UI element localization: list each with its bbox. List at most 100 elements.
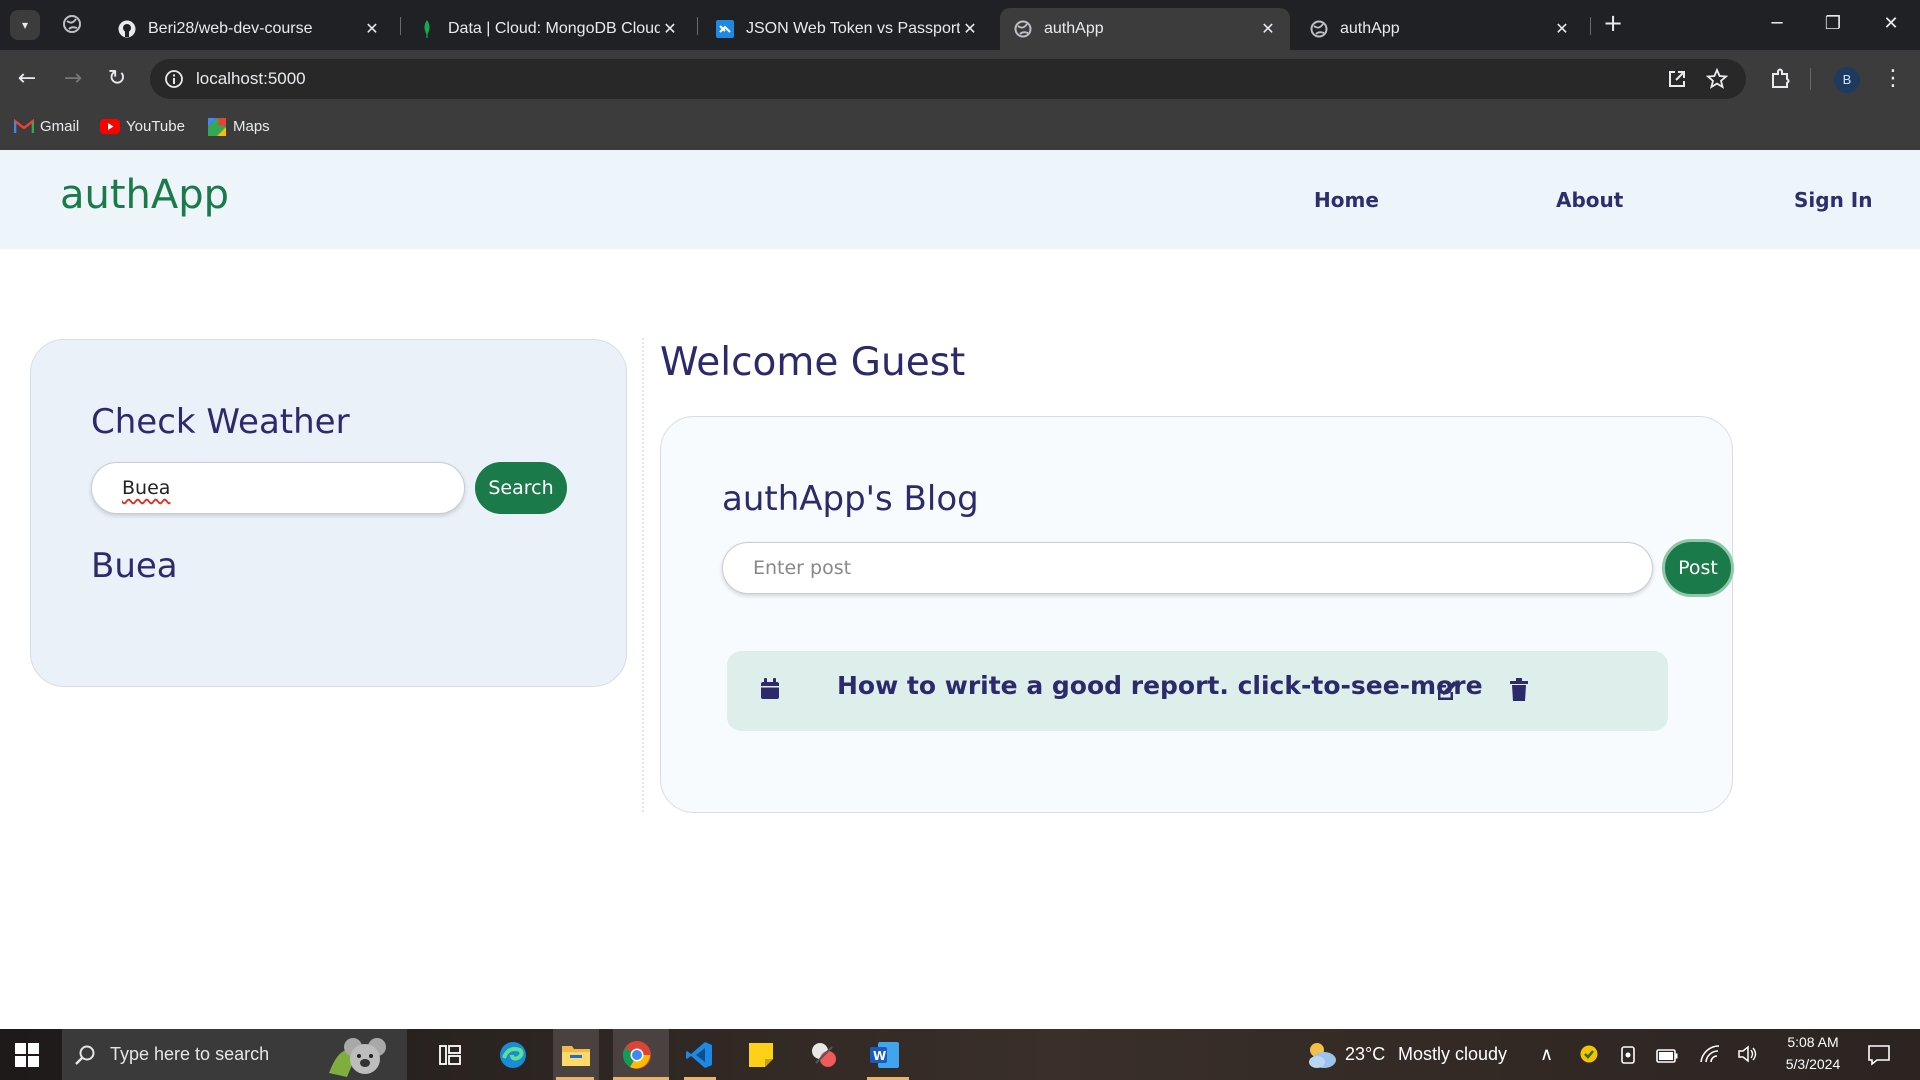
bookmark-star-icon[interactable] bbox=[1705, 67, 1729, 90]
browser-toolbar: ← → ↻ localhost:5000 B ⋮ bbox=[0, 50, 1920, 108]
tab-separator bbox=[400, 17, 401, 35]
close-tab-icon[interactable]: ✕ bbox=[960, 19, 980, 39]
tab-github[interactable]: Beri28/web-dev-course ✕ bbox=[104, 8, 394, 50]
nav-home-link[interactable]: Home bbox=[1314, 188, 1379, 212]
taskbar-search-box[interactable]: Type here to search bbox=[62, 1029, 407, 1080]
chrome-icon[interactable] bbox=[619, 1037, 655, 1073]
windows-start-icon[interactable] bbox=[15, 1043, 39, 1067]
toolbar-separator bbox=[1810, 68, 1811, 90]
show-hidden-icons-chevron-icon[interactable]: ∧ bbox=[1540, 1044, 1553, 1065]
battery-icon[interactable] bbox=[1656, 1048, 1678, 1063]
url-text: localhost:5000 bbox=[196, 69, 306, 88]
task-view-icon[interactable] bbox=[432, 1037, 468, 1073]
gmail-icon bbox=[14, 119, 34, 135]
bookmark-youtube[interactable]: YouTube bbox=[100, 118, 185, 135]
minimize-window-icon[interactable]: ─ bbox=[1762, 12, 1792, 36]
koala-highlight-icon bbox=[327, 1033, 399, 1079]
post-title-link[interactable]: How to write a good report. click-to-see… bbox=[837, 671, 1483, 700]
welcome-heading: Welcome Guest bbox=[660, 340, 966, 385]
bookmark-label: YouTube bbox=[126, 118, 185, 135]
vscode-icon[interactable] bbox=[681, 1037, 717, 1073]
meet-now-icon[interactable] bbox=[1620, 1045, 1638, 1065]
bookmarks-bar: Gmail YouTube Maps bbox=[0, 108, 1920, 150]
cloudy-weather-icon[interactable] bbox=[1305, 1040, 1337, 1070]
search-icon bbox=[74, 1044, 96, 1066]
taskbar-search-placeholder: Type here to search bbox=[110, 1044, 270, 1064]
clock-date[interactable]: 5/3/2024 bbox=[1778, 1056, 1848, 1072]
calendar-icon bbox=[760, 678, 780, 700]
clock-time[interactable]: 5:08 AM bbox=[1784, 1034, 1842, 1050]
blog-card: authApp's Blog Enter post Post How to wr… bbox=[660, 416, 1734, 813]
bookmark-maps[interactable]: Maps bbox=[207, 117, 270, 136]
word-icon[interactable]: W bbox=[867, 1037, 903, 1073]
wifi-icon[interactable] bbox=[1700, 1045, 1720, 1063]
new-tab-button[interactable]: + bbox=[1601, 11, 1625, 35]
browser-menu-icon[interactable]: ⋮ bbox=[1880, 64, 1906, 94]
site-header: authApp Home About Sign In bbox=[0, 150, 1920, 249]
restore-window-icon[interactable]: ❐ bbox=[1818, 12, 1848, 36]
notifications-icon[interactable] bbox=[1868, 1044, 1890, 1066]
close-tab-icon[interactable]: ✕ bbox=[1258, 19, 1278, 39]
city-search-input[interactable]: Buea bbox=[91, 462, 465, 514]
tab-jwt[interactable]: JSON Web Token vs Passport | V ✕ bbox=[702, 8, 992, 50]
youtube-icon bbox=[100, 119, 120, 135]
open-in-app-icon[interactable] bbox=[1666, 68, 1688, 90]
tab-title: authApp bbox=[1044, 20, 1104, 37]
close-tab-icon[interactable]: ✕ bbox=[660, 19, 680, 39]
bookmark-gmail[interactable]: Gmail bbox=[14, 118, 79, 135]
tab-separator bbox=[1590, 17, 1591, 35]
reload-icon[interactable]: ↻ bbox=[104, 66, 130, 92]
forward-arrow-icon[interactable]: → bbox=[60, 66, 86, 92]
pinned-tab-globe-icon[interactable] bbox=[62, 14, 82, 34]
profile-avatar[interactable]: B bbox=[1834, 67, 1860, 93]
brand-logo-text[interactable]: authApp bbox=[60, 172, 229, 218]
post-input[interactable]: Enter post bbox=[722, 542, 1653, 594]
windows-taskbar: Type here to search W 23°C Mostly cloudy… bbox=[0, 1029, 1920, 1080]
post-submit-button[interactable]: Post bbox=[1662, 539, 1734, 597]
close-tab-icon[interactable]: ✕ bbox=[362, 19, 382, 39]
close-tab-icon[interactable]: ✕ bbox=[1552, 19, 1572, 39]
extensions-puzzle-icon[interactable] bbox=[1768, 66, 1794, 92]
mongodb-leaf-icon bbox=[418, 20, 436, 38]
globe-icon bbox=[1014, 20, 1032, 38]
bookmark-label: Maps bbox=[233, 118, 270, 135]
blog-post-item[interactable]: How to write a good report. click-to-see… bbox=[727, 651, 1668, 731]
weather-description[interactable]: Mostly cloudy bbox=[1398, 1044, 1507, 1065]
snip-sketch-icon[interactable] bbox=[806, 1037, 842, 1073]
tab-authapp-active[interactable]: authApp ✕ bbox=[1000, 8, 1290, 50]
weather-title: Check Weather bbox=[91, 402, 350, 442]
tab-mongodb[interactable]: Data | Cloud: MongoDB Cloud ✕ bbox=[404, 8, 692, 50]
sticky-notes-icon[interactable] bbox=[743, 1037, 779, 1073]
weather-search-button[interactable]: Search bbox=[475, 462, 567, 514]
globe-icon bbox=[1310, 20, 1328, 38]
tab-title: JSON Web Token vs Passport | V bbox=[746, 20, 960, 37]
tab-title: authApp bbox=[1340, 20, 1400, 37]
tab-search-chevron-icon[interactable]: ▾ bbox=[10, 10, 40, 40]
tab-authapp[interactable]: authApp ✕ bbox=[1296, 8, 1584, 50]
bookmark-label: Gmail bbox=[40, 118, 80, 135]
github-icon bbox=[118, 20, 136, 38]
volume-icon[interactable] bbox=[1738, 1045, 1758, 1063]
tab-title: Data | Cloud: MongoDB Cloud bbox=[448, 20, 660, 37]
edit-post-icon[interactable] bbox=[1435, 679, 1459, 703]
back-arrow-icon[interactable]: ← bbox=[14, 66, 40, 92]
svg-text:W: W bbox=[873, 1049, 886, 1063]
browser-tab-bar: ▾ Beri28/web-dev-course ✕ Data | Cloud: … bbox=[0, 0, 1920, 50]
file-explorer-icon[interactable] bbox=[558, 1037, 594, 1073]
norton-security-icon[interactable] bbox=[1580, 1045, 1598, 1063]
post-input-placeholder: Enter post bbox=[753, 557, 852, 579]
weather-result-city: Buea bbox=[91, 546, 178, 586]
close-window-icon[interactable]: ✕ bbox=[1876, 12, 1906, 36]
city-input-value: Buea bbox=[122, 477, 171, 499]
column-divider bbox=[642, 338, 644, 812]
edge-icon[interactable] bbox=[495, 1037, 531, 1073]
delete-post-trash-icon[interactable] bbox=[1509, 678, 1529, 702]
site-info-icon[interactable] bbox=[164, 69, 184, 89]
maps-icon bbox=[207, 117, 227, 136]
weather-temperature[interactable]: 23°C bbox=[1345, 1044, 1385, 1065]
tab-title: Beri28/web-dev-course bbox=[148, 20, 313, 37]
vscode-icon bbox=[716, 20, 734, 38]
nav-signin-link[interactable]: Sign In bbox=[1794, 188, 1872, 212]
address-bar[interactable]: localhost:5000 bbox=[150, 59, 1746, 99]
nav-about-link[interactable]: About bbox=[1556, 188, 1623, 212]
